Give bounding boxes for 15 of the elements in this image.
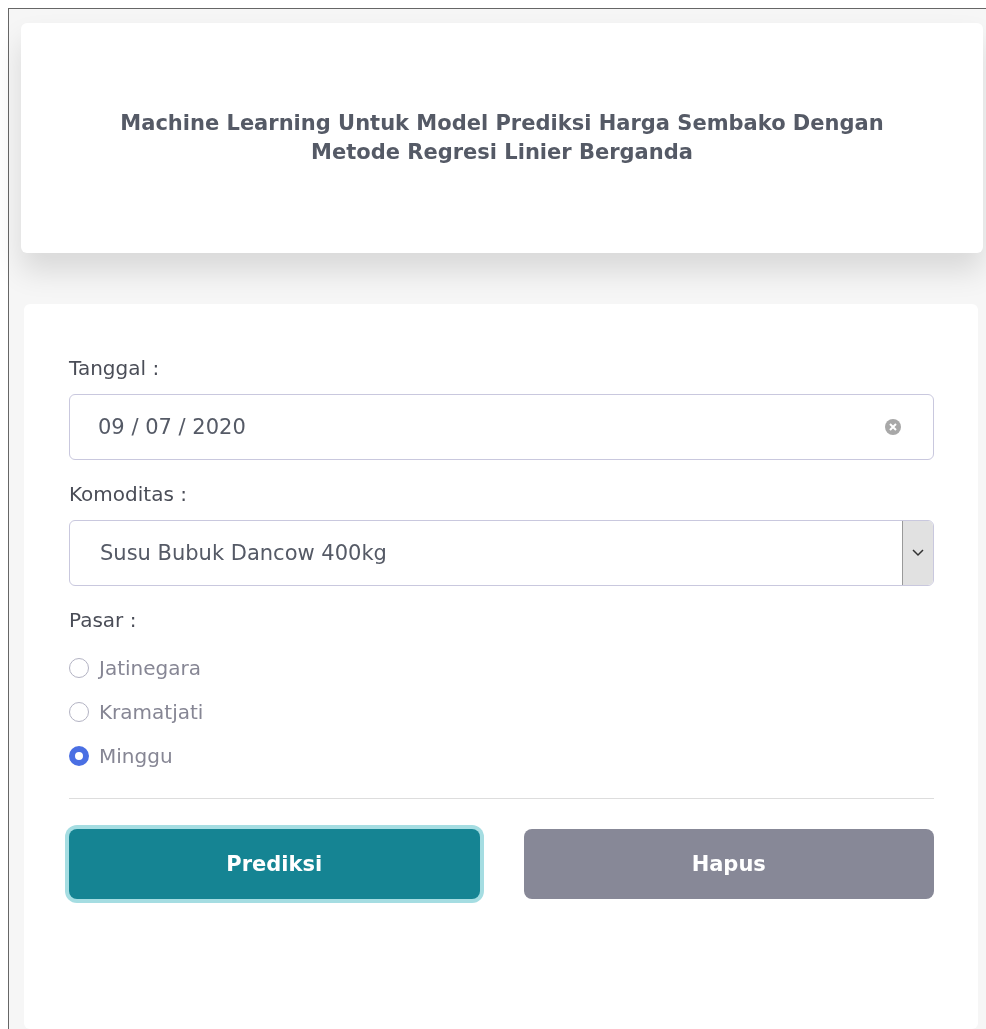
- radio-label[interactable]: Jatinegara: [99, 656, 201, 680]
- date-field[interactable]: 09 / 07 / 2020: [69, 394, 934, 460]
- field-label: Tanggal :: [69, 356, 161, 380]
- commodity-select[interactable]: Susu Bubuk Dancow 400kg: [69, 520, 934, 586]
- clear-button[interactable]: Hapus: [523, 829, 934, 899]
- clear-icon[interactable]: [885, 419, 901, 435]
- radio-button[interactable]: [69, 702, 89, 722]
- radio-button[interactable]: [69, 658, 89, 678]
- radio-label[interactable]: Kramatjati: [99, 700, 204, 724]
- radio-label[interactable]: Minggu: [99, 744, 173, 768]
- radio-button[interactable]: [69, 746, 89, 766]
- field-label: Komoditas :: [69, 482, 188, 506]
- field-label: Pasar :: [69, 608, 138, 632]
- chevron-down-icon: [912, 549, 924, 557]
- page-title: Machine Learning Untuk Model Prediksi Harga Sembako Dengan Metode Regresi Linier Berganda: [119, 109, 885, 166]
